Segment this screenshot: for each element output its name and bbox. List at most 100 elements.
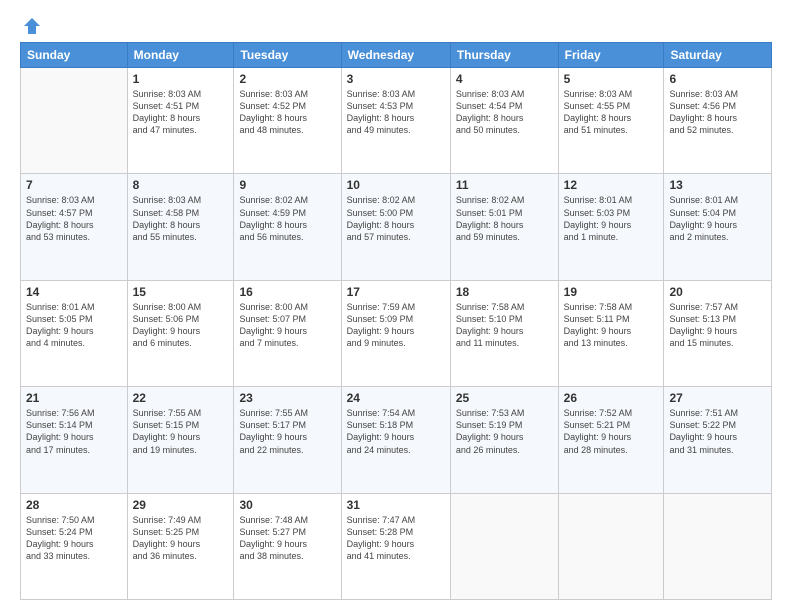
day-number: 14 xyxy=(26,285,122,299)
week-row-1: 1 Sunrise: 8:03 AM Sunset: 4:51 PM Daylig… xyxy=(21,68,772,174)
calendar-cell: 2 Sunrise: 8:03 AM Sunset: 4:52 PM Daylig… xyxy=(234,68,341,174)
week-row-3: 14 Sunrise: 8:01 AM Sunset: 5:05 PM Dayli… xyxy=(21,280,772,386)
day-number: 9 xyxy=(239,178,335,192)
calendar-cell: 14 Sunrise: 8:01 AM Sunset: 5:05 PM Dayli… xyxy=(21,280,128,386)
calendar-cell: 17 Sunrise: 7:59 AM Sunset: 5:09 PM Dayli… xyxy=(341,280,450,386)
calendar-cell: 11 Sunrise: 8:02 AM Sunset: 5:01 PM Dayli… xyxy=(450,174,558,280)
day-info: Sunrise: 8:03 AM Sunset: 4:51 PM Dayligh… xyxy=(133,88,229,137)
day-number: 17 xyxy=(347,285,445,299)
day-info: Sunrise: 7:54 AM Sunset: 5:18 PM Dayligh… xyxy=(347,407,445,456)
day-number: 20 xyxy=(669,285,766,299)
calendar-cell: 6 Sunrise: 8:03 AM Sunset: 4:56 PM Daylig… xyxy=(664,68,772,174)
weekday-friday: Friday xyxy=(558,43,664,68)
day-number: 25 xyxy=(456,391,553,405)
weekday-sunday: Sunday xyxy=(21,43,128,68)
calendar-cell: 26 Sunrise: 7:52 AM Sunset: 5:21 PM Dayli… xyxy=(558,387,664,493)
day-info: Sunrise: 8:03 AM Sunset: 4:58 PM Dayligh… xyxy=(133,194,229,243)
calendar-cell: 18Sunrise: 7:58 AM Sunset: 5:10 PM Dayli… xyxy=(450,280,558,386)
day-number: 11 xyxy=(456,178,553,192)
day-number: 13 xyxy=(669,178,766,192)
day-number: 19 xyxy=(564,285,659,299)
day-number: 12 xyxy=(564,178,659,192)
calendar-cell: 29 Sunrise: 7:49 AM Sunset: 5:25 PM Dayli… xyxy=(127,493,234,599)
day-info: Sunrise: 8:01 AM Sunset: 5:05 PM Dayligh… xyxy=(26,301,122,350)
day-info: Sunrise: 7:58 AM Sunset: 5:10 PM Dayligh… xyxy=(456,301,553,350)
day-number: 3 xyxy=(347,72,445,86)
day-number: 28 xyxy=(26,498,122,512)
day-number: 21 xyxy=(26,391,122,405)
day-info: Sunrise: 7:57 AM Sunset: 5:13 PM Dayligh… xyxy=(669,301,766,350)
weekday-wednesday: Wednesday xyxy=(341,43,450,68)
calendar-cell: 24 Sunrise: 7:54 AM Sunset: 5:18 PM Dayli… xyxy=(341,387,450,493)
calendar-cell: 16Sunrise: 8:00 AM Sunset: 5:07 PM Dayli… xyxy=(234,280,341,386)
day-number: 6 xyxy=(669,72,766,86)
calendar-cell: 15 Sunrise: 8:00 AM Sunset: 5:06 PM Dayli… xyxy=(127,280,234,386)
calendar-cell: 25 Sunrise: 7:53 AM Sunset: 5:19 PM Dayli… xyxy=(450,387,558,493)
day-number: 22 xyxy=(133,391,229,405)
day-info: Sunrise: 7:49 AM Sunset: 5:25 PM Dayligh… xyxy=(133,514,229,563)
weekday-header-row: SundayMondayTuesdayWednesdayThursdayFrid… xyxy=(21,43,772,68)
calendar-cell xyxy=(450,493,558,599)
day-info: Sunrise: 8:02 AM Sunset: 5:01 PM Dayligh… xyxy=(456,194,553,243)
week-row-2: 7 Sunrise: 8:03 AM Sunset: 4:57 PM Daylig… xyxy=(21,174,772,280)
day-info: Sunrise: 8:03 AM Sunset: 4:53 PM Dayligh… xyxy=(347,88,445,137)
header xyxy=(20,16,772,32)
day-number: 4 xyxy=(456,72,553,86)
day-info: Sunrise: 7:52 AM Sunset: 5:21 PM Dayligh… xyxy=(564,407,659,456)
day-info: Sunrise: 8:03 AM Sunset: 4:55 PM Dayligh… xyxy=(564,88,659,137)
day-number: 8 xyxy=(133,178,229,192)
weekday-monday: Monday xyxy=(127,43,234,68)
week-row-5: 28Sunrise: 7:50 AM Sunset: 5:24 PM Dayli… xyxy=(21,493,772,599)
day-info: Sunrise: 8:00 AM Sunset: 5:06 PM Dayligh… xyxy=(133,301,229,350)
day-number: 26 xyxy=(564,391,659,405)
day-number: 23 xyxy=(239,391,335,405)
calendar-cell: 27 Sunrise: 7:51 AM Sunset: 5:22 PM Dayli… xyxy=(664,387,772,493)
day-info: Sunrise: 8:00 AM Sunset: 5:07 PM Dayligh… xyxy=(239,301,335,350)
day-info: Sunrise: 8:03 AM Sunset: 4:52 PM Dayligh… xyxy=(239,88,335,137)
calendar-cell: 7 Sunrise: 8:03 AM Sunset: 4:57 PM Daylig… xyxy=(21,174,128,280)
calendar-cell: 4 Sunrise: 8:03 AM Sunset: 4:54 PM Daylig… xyxy=(450,68,558,174)
calendar-cell: 31Sunrise: 7:47 AM Sunset: 5:28 PM Dayli… xyxy=(341,493,450,599)
week-row-4: 21 Sunrise: 7:56 AM Sunset: 5:14 PM Dayli… xyxy=(21,387,772,493)
calendar-cell: 21 Sunrise: 7:56 AM Sunset: 5:14 PM Dayli… xyxy=(21,387,128,493)
logo-icon xyxy=(22,16,42,36)
day-number: 15 xyxy=(133,285,229,299)
day-info: Sunrise: 7:55 AM Sunset: 5:17 PM Dayligh… xyxy=(239,407,335,456)
calendar-cell: 28Sunrise: 7:50 AM Sunset: 5:24 PM Dayli… xyxy=(21,493,128,599)
day-info: Sunrise: 8:02 AM Sunset: 5:00 PM Dayligh… xyxy=(347,194,445,243)
weekday-tuesday: Tuesday xyxy=(234,43,341,68)
calendar-cell xyxy=(664,493,772,599)
day-number: 2 xyxy=(239,72,335,86)
calendar-cell: 22Sunrise: 7:55 AM Sunset: 5:15 PM Dayli… xyxy=(127,387,234,493)
weekday-saturday: Saturday xyxy=(664,43,772,68)
day-info: Sunrise: 8:02 AM Sunset: 4:59 PM Dayligh… xyxy=(239,194,335,243)
day-number: 29 xyxy=(133,498,229,512)
day-info: Sunrise: 7:53 AM Sunset: 5:19 PM Dayligh… xyxy=(456,407,553,456)
day-info: Sunrise: 7:59 AM Sunset: 5:09 PM Dayligh… xyxy=(347,301,445,350)
day-info: Sunrise: 8:03 AM Sunset: 4:54 PM Dayligh… xyxy=(456,88,553,137)
day-info: Sunrise: 8:03 AM Sunset: 4:56 PM Dayligh… xyxy=(669,88,766,137)
day-number: 1 xyxy=(133,72,229,86)
day-info: Sunrise: 7:56 AM Sunset: 5:14 PM Dayligh… xyxy=(26,407,122,456)
day-number: 24 xyxy=(347,391,445,405)
calendar-cell xyxy=(558,493,664,599)
calendar-table: SundayMondayTuesdayWednesdayThursdayFrid… xyxy=(20,42,772,600)
day-info: Sunrise: 8:01 AM Sunset: 5:04 PM Dayligh… xyxy=(669,194,766,243)
day-info: Sunrise: 8:01 AM Sunset: 5:03 PM Dayligh… xyxy=(564,194,659,243)
day-info: Sunrise: 7:58 AM Sunset: 5:11 PM Dayligh… xyxy=(564,301,659,350)
page: SundayMondayTuesdayWednesdayThursdayFrid… xyxy=(0,0,792,612)
day-number: 7 xyxy=(26,178,122,192)
calendar-cell: 3 Sunrise: 8:03 AM Sunset: 4:53 PM Daylig… xyxy=(341,68,450,174)
day-info: Sunrise: 8:03 AM Sunset: 4:57 PM Dayligh… xyxy=(26,194,122,243)
day-number: 27 xyxy=(669,391,766,405)
calendar-cell: 30Sunrise: 7:48 AM Sunset: 5:27 PM Dayli… xyxy=(234,493,341,599)
day-info: Sunrise: 7:51 AM Sunset: 5:22 PM Dayligh… xyxy=(669,407,766,456)
calendar-cell: 8 Sunrise: 8:03 AM Sunset: 4:58 PM Daylig… xyxy=(127,174,234,280)
calendar-cell xyxy=(21,68,128,174)
calendar-cell: 12 Sunrise: 8:01 AM Sunset: 5:03 PM Dayli… xyxy=(558,174,664,280)
calendar-cell: 19 Sunrise: 7:58 AM Sunset: 5:11 PM Dayli… xyxy=(558,280,664,386)
calendar-cell: 23 Sunrise: 7:55 AM Sunset: 5:17 PM Dayli… xyxy=(234,387,341,493)
day-info: Sunrise: 7:47 AM Sunset: 5:28 PM Dayligh… xyxy=(347,514,445,563)
weekday-thursday: Thursday xyxy=(450,43,558,68)
logo xyxy=(20,16,42,32)
